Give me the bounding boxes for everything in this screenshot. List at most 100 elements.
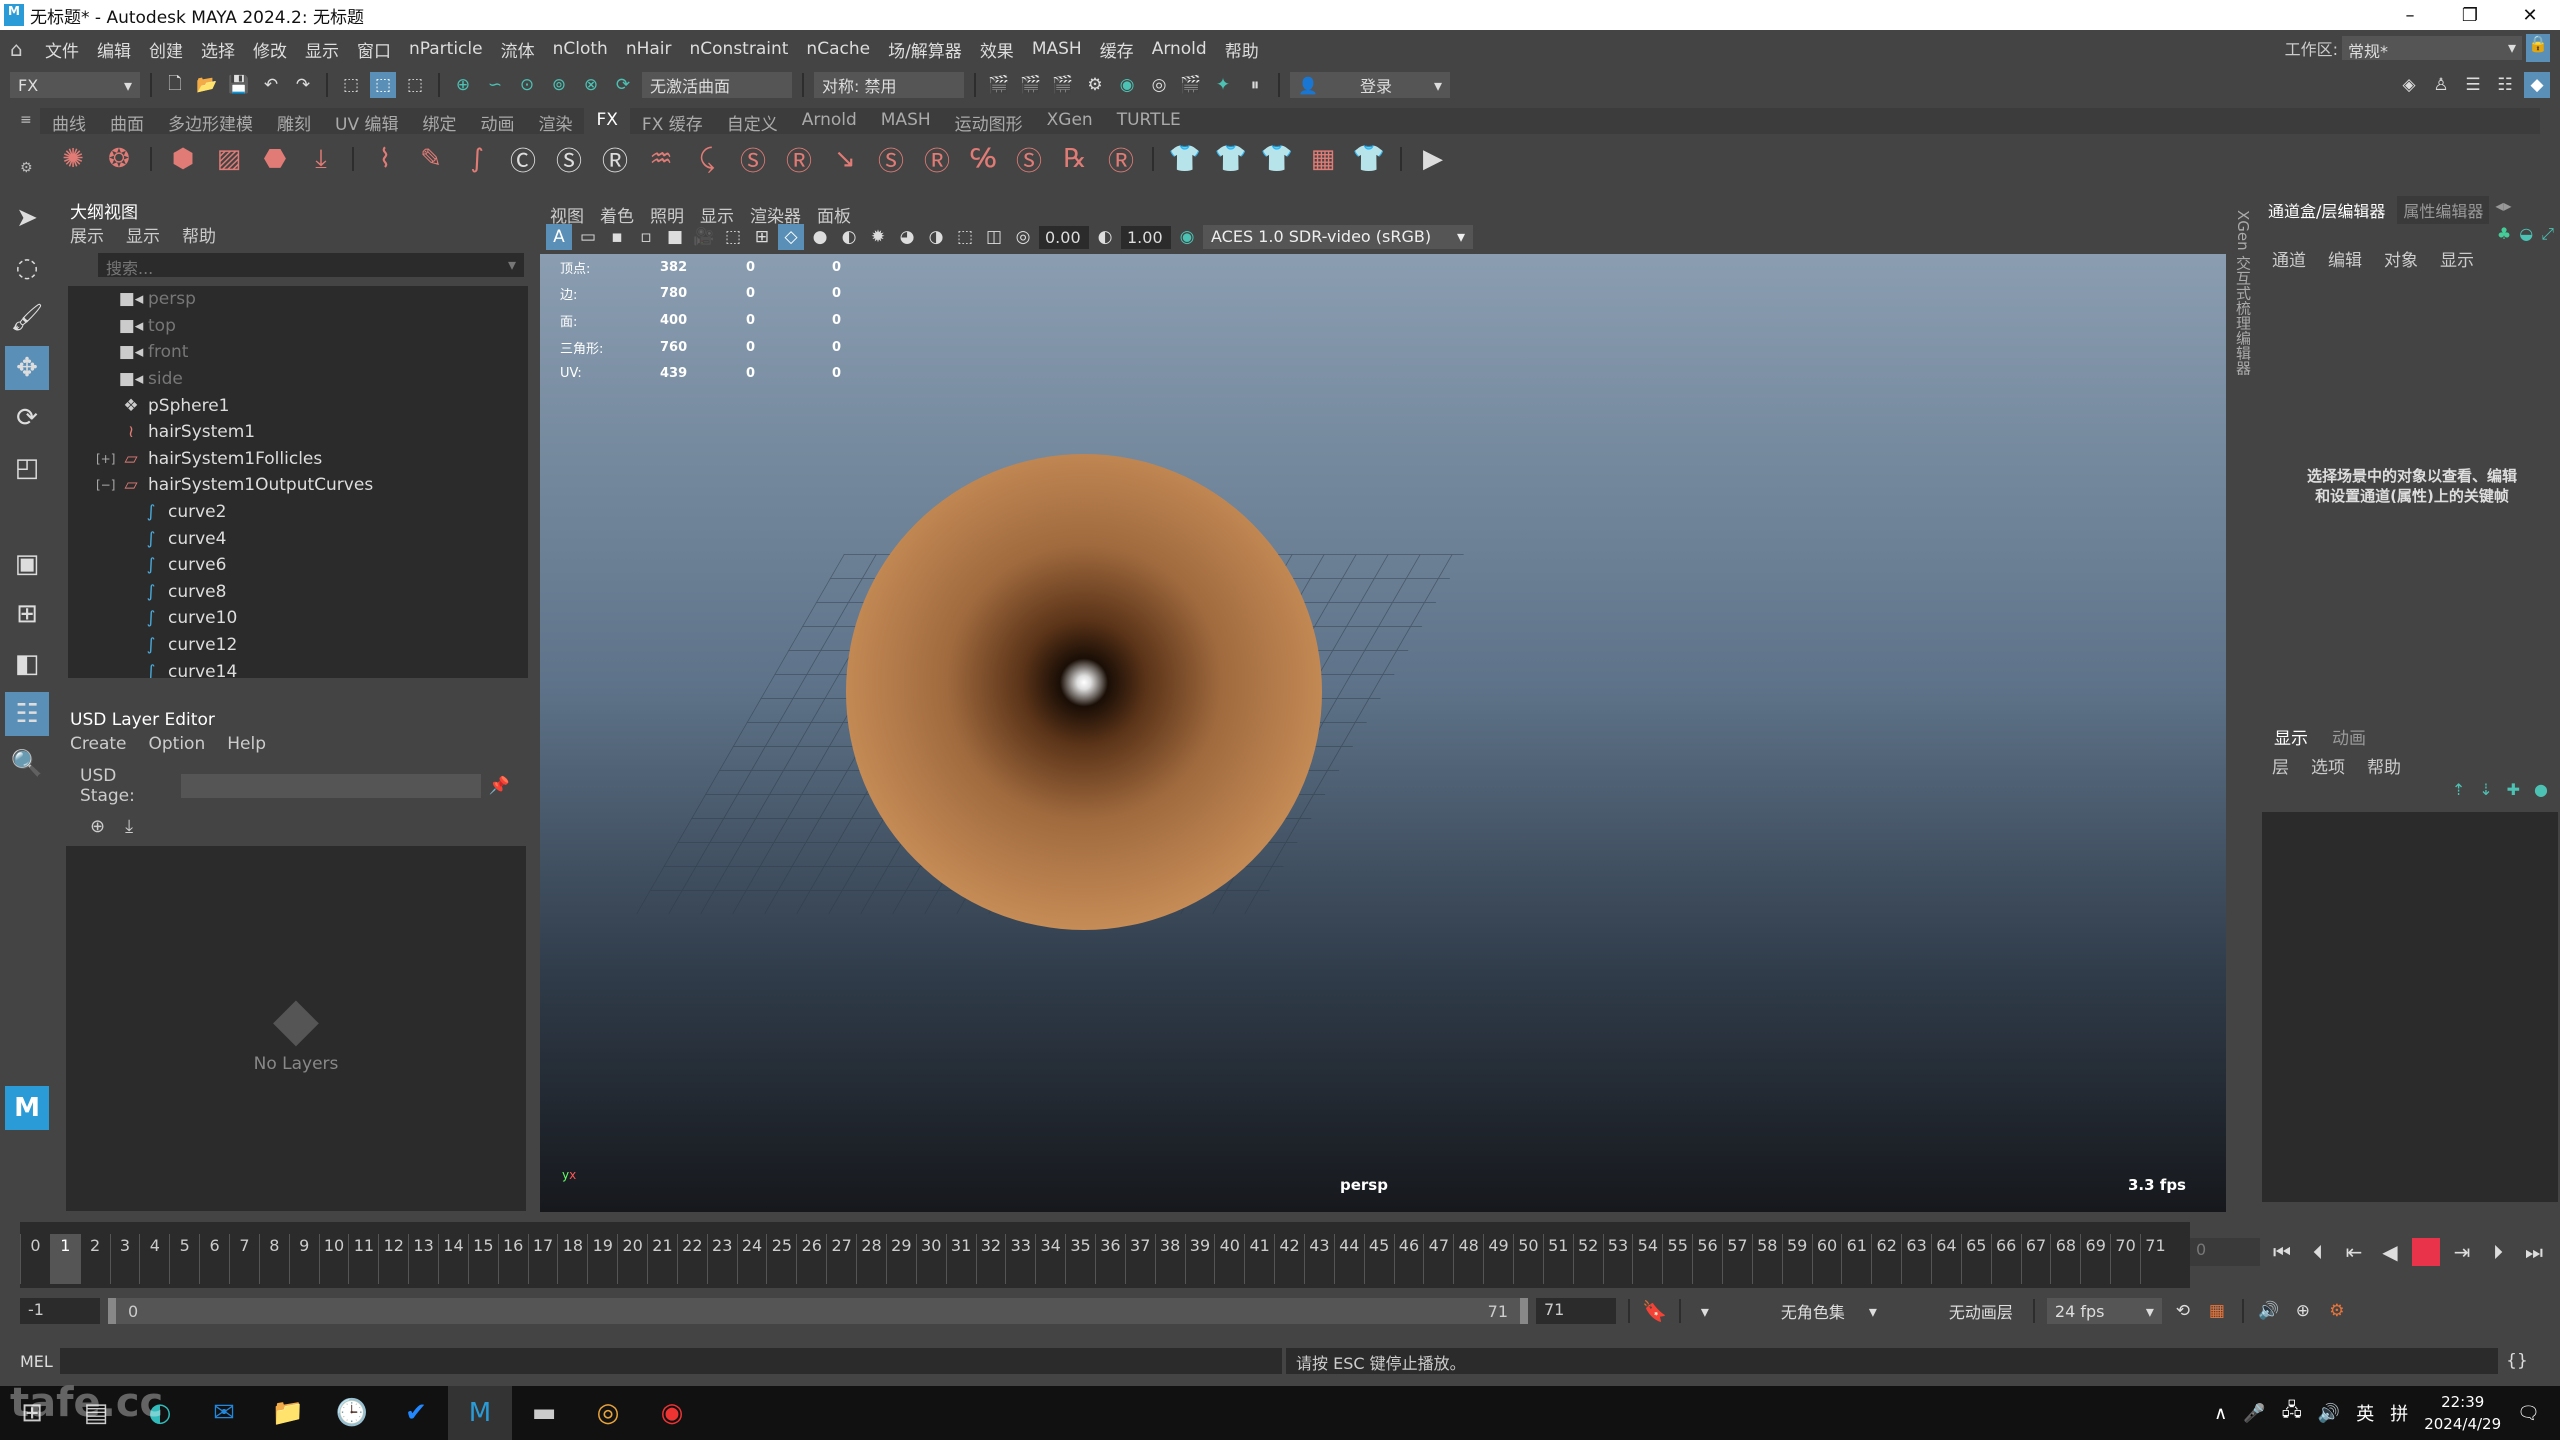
rotate-tool-icon[interactable]: ⟳ — [5, 396, 49, 440]
frame-tick[interactable]: 14 — [438, 1234, 468, 1284]
redo-icon[interactable]: ↷ — [290, 72, 316, 98]
tab-attribute-editor[interactable]: 属性编辑器 — [2397, 196, 2490, 224]
menu-nconstraint[interactable]: nConstraint — [681, 39, 798, 59]
frame-tick[interactable]: 16 — [497, 1234, 528, 1284]
ncloth-tool-2-icon[interactable]: 👕 — [1212, 140, 1250, 178]
outliner-menu-help[interactable]: 帮助 — [182, 222, 216, 247]
animation-start-field[interactable]: -1 — [20, 1298, 100, 1324]
frame-tick[interactable]: 69 — [2080, 1234, 2110, 1284]
hypershade-icon[interactable]: ◉ — [1114, 72, 1140, 98]
menu-fields-solvers[interactable]: 场/解算器 — [879, 37, 971, 62]
frame-tick[interactable]: 54 — [1632, 1234, 1662, 1284]
undo-icon[interactable]: ↶ — [258, 72, 284, 98]
paint-select-tool-icon[interactable]: 🖌 — [5, 296, 49, 340]
emitter-icon[interactable]: ✺ — [54, 140, 92, 178]
shelf-tab[interactable]: 曲面 — [98, 108, 156, 135]
frame-tick[interactable]: 10 — [318, 1234, 349, 1284]
frame-tick[interactable]: 24 — [736, 1234, 767, 1284]
frame-tick[interactable]: 52 — [1572, 1234, 1603, 1284]
shelf-tab[interactable]: 渲染 — [526, 108, 584, 135]
gamma-field[interactable]: 1.00 — [1121, 225, 1171, 249]
ncloth-tool-3-icon[interactable]: 👕 — [1258, 140, 1296, 178]
frame-tick[interactable]: 15 — [467, 1234, 498, 1284]
anim-preferences-icon[interactable]: ⚙ — [2324, 1298, 2350, 1324]
outliner-item[interactable]: ∫ curve8 — [68, 579, 528, 606]
render-view-icon[interactable]: 🎬 — [986, 72, 1012, 98]
menuset-dropdown[interactable]: FX ▾ — [10, 72, 140, 98]
frame-tick[interactable]: 22 — [676, 1234, 707, 1284]
menu-select[interactable]: 选择 — [192, 37, 244, 62]
frame-tick[interactable]: 2 — [79, 1234, 110, 1284]
frame-tick[interactable]: 44 — [1333, 1234, 1364, 1284]
speed-icon[interactable]: ◒ — [2519, 224, 2533, 244]
frame-tick[interactable]: 34 — [1035, 1234, 1065, 1284]
move-tool-icon[interactable]: ✥ — [5, 346, 49, 390]
ipr-render-icon[interactable]: 🎬 — [1050, 72, 1076, 98]
camera-lock-icon[interactable]: ■ — [662, 224, 688, 250]
frame-tick[interactable]: 60 — [1811, 1234, 1842, 1284]
new-scene-icon[interactable]: 🗋 — [162, 72, 188, 98]
frame-tick[interactable]: 61 — [1841, 1234, 1871, 1284]
frame-tick[interactable]: 47 — [1423, 1234, 1453, 1284]
render-settings-icon[interactable]: ⚙ — [1082, 72, 1108, 98]
frame-tick[interactable]: 8 — [258, 1234, 289, 1284]
textured-icon[interactable]: ◐ — [836, 224, 862, 250]
obs-icon[interactable]: ◉ — [640, 1386, 704, 1440]
search-icon[interactable]: 🔍 — [5, 742, 49, 786]
frame-tick[interactable]: 20 — [617, 1234, 647, 1284]
frame-tick[interactable]: 38 — [1154, 1234, 1185, 1284]
wireframe-icon[interactable]: ◇ — [778, 224, 804, 250]
outliner-menu-show[interactable]: 展示 — [70, 222, 104, 247]
maximize-button[interactable]: ❐ — [2440, 0, 2500, 30]
hair-curve-icon[interactable]: ∫ — [458, 140, 496, 178]
frame-tick[interactable]: 9 — [288, 1234, 319, 1284]
cache-cr-icon[interactable]: ℞ — [1056, 140, 1094, 178]
viewport-menu-renderer[interactable]: 渲染器 — [750, 202, 801, 227]
outliner-item[interactable]: ❖ pSphere1 — [68, 392, 528, 419]
volume-icon[interactable]: 🔊 — [2318, 1403, 2340, 1424]
make-dynamic-hair-icon[interactable]: ⌇ — [366, 140, 404, 178]
channel-menu-channels[interactable]: 通道 — [2272, 246, 2306, 271]
menu-ncache[interactable]: nCache — [797, 39, 879, 59]
channel-menu-object[interactable]: 对象 — [2384, 246, 2418, 271]
outlook-icon[interactable]: ✉ — [192, 1386, 256, 1440]
xray-icon[interactable]: ◫ — [981, 224, 1007, 250]
frame-tick[interactable]: 12 — [378, 1234, 408, 1284]
tab-display-layers[interactable]: 显示 — [2262, 722, 2320, 751]
minimize-button[interactable]: – — [2380, 0, 2440, 30]
outliner-layout-icon[interactable]: ◧ — [5, 642, 49, 686]
home-icon[interactable]: ⌂ — [10, 37, 36, 61]
frame-tick[interactable]: 29 — [885, 1234, 916, 1284]
frame-tick[interactable]: 7 — [229, 1234, 259, 1284]
tab-channel-box[interactable]: 通道盒/层编辑器 — [2262, 196, 2391, 224]
fps-dropdown[interactable]: 24 fps ▾ — [2046, 1298, 2162, 1324]
time-slider[interactable]: 0 1 2 3 4 5 6 7 8 9 10 11 12 13 14 15 16 17 18 19 20 21 22 23 24… — [20, 1222, 2190, 1288]
frame-tick[interactable]: 6 — [199, 1234, 229, 1284]
command-language-label[interactable]: MEL — [0, 1352, 60, 1371]
frame-tick[interactable]: 27 — [826, 1234, 856, 1284]
add-layer-icon[interactable]: ⊕ — [90, 816, 105, 837]
layers-menu-options[interactable]: 选项 — [2311, 753, 2345, 778]
frame-tick[interactable]: 46 — [1393, 1234, 1424, 1284]
attribute-editor-toggle-icon[interactable]: ☰ — [2460, 72, 2486, 98]
frame-tick[interactable]: 30 — [915, 1234, 946, 1284]
frame-tick[interactable]: 19 — [587, 1234, 617, 1284]
frame-tick[interactable]: 17 — [527, 1234, 558, 1284]
four-view-layout-icon[interactable]: ⊞ — [5, 592, 49, 636]
menu-file[interactable]: 文件 — [36, 37, 88, 62]
lock-icon[interactable]: 🔒 — [2526, 34, 2550, 62]
shelf-tab[interactable]: 雕刻 — [265, 108, 323, 135]
channel-box-toggle-icon[interactable]: ◆ — [2524, 72, 2550, 98]
prev-key-icon[interactable]: ⇤ — [2340, 1238, 2368, 1266]
todo-icon[interactable]: ✔ — [384, 1386, 448, 1440]
snap-point-icon[interactable]: ⊙ — [514, 72, 540, 98]
outliner-item[interactable]: [+] ▱ hairSystem1Follicles — [68, 446, 528, 473]
convert-s-icon[interactable]: Ⓢ — [550, 140, 588, 178]
gamma-icon[interactable]: ◐ — [1092, 224, 1118, 250]
single-view-layout-icon[interactable]: ▣ — [5, 542, 49, 586]
frame-tick[interactable]: 41 — [1244, 1234, 1274, 1284]
bookmark-icon[interactable]: ▪ — [604, 224, 630, 250]
new-layer-selected-icon[interactable]: ● — [2534, 780, 2548, 799]
hair-tool-2-icon[interactable]: ⤹ — [688, 140, 726, 178]
menu-help[interactable]: 帮助 — [1216, 37, 1268, 62]
